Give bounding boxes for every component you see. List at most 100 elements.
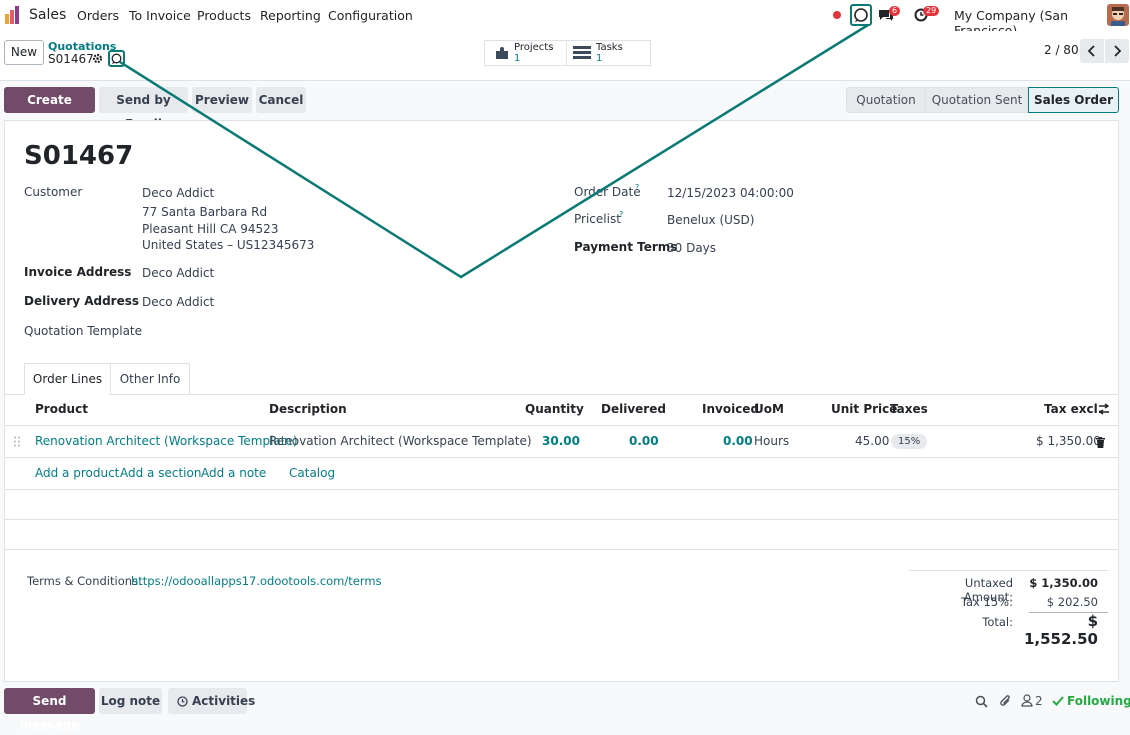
customer-label: Customer: [24, 185, 83, 199]
terms-label: Terms & Conditions:: [27, 574, 142, 588]
pricelist-help[interactable]: ?: [619, 210, 623, 219]
tasks-count: 1: [596, 53, 603, 64]
projects-label: Projects: [514, 42, 554, 53]
stage-quotation[interactable]: Quotation: [846, 87, 926, 113]
payment-terms-label: Payment Terms: [574, 240, 678, 254]
delivery-address-label: Delivery Address: [24, 294, 140, 308]
gear-icon[interactable]: [92, 53, 103, 64]
record-dot-icon[interactable]: [833, 11, 841, 19]
pager-value[interactable]: 2 / 80: [1044, 43, 1079, 57]
menu-configuration[interactable]: Configuration: [328, 8, 413, 23]
app-name[interactable]: Sales: [29, 7, 66, 23]
tasks-smart-button[interactable]: Tasks 1: [568, 41, 650, 65]
row-quantity[interactable]: 30.00: [542, 434, 580, 448]
col-uom[interactable]: UoM: [754, 402, 784, 416]
menu-to-invoice[interactable]: To Invoice: [129, 8, 191, 23]
chat-bubble-icon[interactable]: [108, 50, 125, 67]
create-invoice-button[interactable]: Create Invoice: [4, 87, 95, 131]
search-icon[interactable]: [975, 695, 988, 708]
chatter: Send message Log note Activities 2 Follo…: [0, 683, 1130, 735]
user-avatar[interactable]: [1107, 4, 1129, 26]
tab-other-info[interactable]: Other Info: [110, 363, 190, 395]
projects-count: 1: [514, 53, 521, 64]
log-note-button[interactable]: Log note: [99, 688, 162, 714]
preview-button[interactable]: Preview: [192, 87, 252, 113]
header-actions: Create Invoice Send by Email Preview Can…: [0, 81, 1130, 131]
follower-icon[interactable]: [1021, 694, 1033, 707]
control-panel: New Quotations S01467 Projects 1 Tasks 1…: [0, 31, 1130, 81]
add-note-link[interactable]: Add a note: [201, 466, 266, 480]
menu-orders[interactable]: Orders: [77, 8, 119, 23]
col-tax-excl[interactable]: Tax excl.: [1044, 402, 1102, 416]
total-amount: $ 1,552.50: [1023, 612, 1098, 648]
customer-link[interactable]: Deco Addict: [142, 186, 214, 200]
messages-badge: 6: [889, 6, 901, 16]
add-product-link[interactable]: Add a product: [35, 466, 119, 480]
order-date-help[interactable]: ?: [635, 183, 639, 192]
tax-label: Tax 15%:: [960, 595, 1013, 609]
top-navbar: Sales Orders To Invoice Products Reporti…: [0, 0, 1130, 38]
activities-badge: 29: [923, 6, 940, 16]
clock-icon: [177, 696, 188, 707]
col-taxes[interactable]: Taxes: [890, 402, 928, 416]
delivery-address-field[interactable]: Deco Addict: [142, 295, 214, 309]
followers-count[interactable]: 2: [1035, 694, 1043, 708]
row-unit-price[interactable]: 45.00: [855, 434, 889, 448]
stage-quotation-sent[interactable]: Quotation Sent: [925, 87, 1029, 113]
column-options-icon[interactable]: [1098, 403, 1110, 415]
following-button[interactable]: Following: [1067, 694, 1130, 708]
col-invoiced[interactable]: Invoiced: [702, 402, 759, 416]
row-subtotal: $ 1,350.00: [1036, 434, 1101, 448]
quotation-template-label: Quotation Template: [24, 324, 143, 338]
terms-url-link[interactable]: https://odooallapps17.odootools.com/term…: [131, 574, 382, 588]
row-tax-badge[interactable]: 15%: [891, 434, 928, 449]
pager-next[interactable]: [1105, 39, 1129, 63]
menu-products[interactable]: Products: [197, 8, 251, 23]
send-by-email-button[interactable]: Send by Email: [99, 87, 188, 131]
activities-button[interactable]: Activities: [168, 688, 255, 714]
invoice-address-field[interactable]: Deco Addict: [142, 266, 214, 280]
row-product[interactable]: Renovation Architect (Workspace Template…: [35, 434, 298, 448]
form-sheet: S01467 Customer Deco Addict 77 Santa Bar…: [4, 120, 1119, 682]
tasks-icon: [573, 46, 591, 60]
chat-bubble-icon[interactable]: [850, 4, 872, 26]
pager-previous[interactable]: [1080, 39, 1104, 63]
pricelist-label: Pricelist: [574, 212, 621, 226]
row-delivered[interactable]: 0.00: [629, 434, 659, 448]
col-product[interactable]: Product: [35, 402, 88, 416]
sales-app-icon[interactable]: [5, 6, 21, 24]
untaxed-amount: $ 1,350.00: [1029, 576, 1098, 590]
pricelist-field[interactable]: Benelux (USD): [667, 213, 754, 227]
tab-order-lines[interactable]: Order Lines: [24, 363, 111, 395]
new-button[interactable]: New: [4, 40, 44, 65]
col-unit-price[interactable]: Unit Price: [831, 402, 897, 416]
tasks-label: Tasks: [596, 42, 623, 53]
order-date-field[interactable]: 12/15/2023 04:00:00: [667, 186, 794, 200]
stage-sales-order[interactable]: Sales Order: [1028, 87, 1119, 113]
breadcrumb-current: S01467: [48, 52, 94, 66]
row-invoiced[interactable]: 0.00: [723, 434, 753, 448]
send-message-button[interactable]: Send message: [4, 688, 95, 732]
drag-handle-icon[interactable]: [14, 436, 20, 447]
col-description[interactable]: Description: [269, 402, 347, 416]
check-icon: [1052, 695, 1064, 706]
chevron-left-icon: [1087, 45, 1096, 57]
projects-smart-button[interactable]: Projects 1: [485, 41, 567, 65]
paperclip-icon[interactable]: [999, 694, 1012, 708]
order-title: S01467: [24, 141, 134, 171]
smart-buttons: Projects 1 Tasks 1: [484, 40, 651, 66]
col-quantity[interactable]: Quantity: [525, 402, 584, 416]
payment-terms-field[interactable]: 30 Days: [667, 241, 716, 255]
tax-amount: $ 202.50: [1046, 595, 1098, 609]
trash-icon[interactable]: [1096, 437, 1105, 448]
catalog-link[interactable]: Catalog: [289, 466, 335, 480]
menu-reporting[interactable]: Reporting: [260, 8, 321, 23]
table-row[interactable]: Renovation Architect (Workspace Template…: [5, 426, 1118, 458]
row-description[interactable]: Renovation Architect (Workspace Template…: [269, 434, 532, 448]
customer-address-line2: Pleasant Hill CA 94523: [142, 222, 279, 236]
chevron-right-icon: [1113, 45, 1122, 57]
cancel-button[interactable]: Cancel: [256, 87, 306, 113]
add-section-link[interactable]: Add a section: [120, 466, 201, 480]
row-uom[interactable]: Hours: [754, 434, 789, 448]
col-delivered[interactable]: Delivered: [601, 402, 666, 416]
